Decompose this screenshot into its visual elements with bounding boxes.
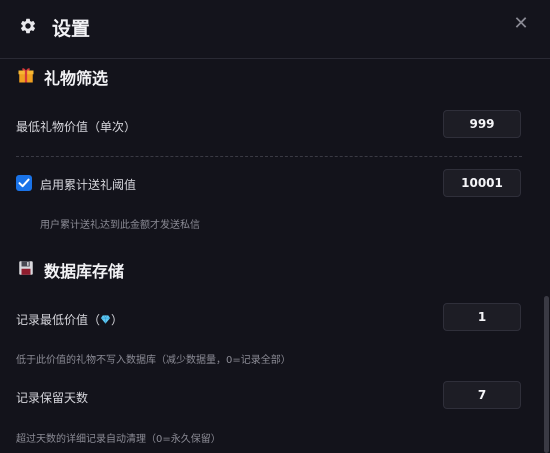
settings-content: 礼物筛选 最低礼物价值（单次） 999 启用累计送礼阈值 10001 用户累计送… [0, 59, 550, 453]
cumulative-threshold-label: 启用累计送礼阈值 [40, 178, 137, 192]
record-min-input[interactable]: 1 [443, 303, 521, 331]
check-icon [18, 178, 30, 188]
diamond-icon [100, 315, 111, 324]
min-gift-input[interactable]: 999 [443, 110, 521, 138]
cumulative-threshold-checkbox[interactable] [16, 175, 32, 191]
retention-days-hint: 超过天数的详细记录自动清理（0=永久保留） [16, 434, 221, 445]
record-min-label-prefix: 记录最低价值（ [16, 313, 101, 327]
cumulative-threshold-hint: 用户累计送礼达到此金额才发送私信 [40, 220, 200, 231]
retention-days-input[interactable]: 7 [443, 381, 521, 409]
gift-section-title: 礼物筛选 [44, 69, 109, 88]
close-icon[interactable]: ✕ [512, 13, 530, 34]
db-section-title: 数据库存储 [44, 262, 125, 281]
record-min-hint: 低于此价值的礼物不写入数据库（减少数据量，0=记录全部） [16, 355, 291, 366]
floppy-disk-icon [19, 261, 33, 275]
record-min-label: 记录最低价值（ ） [16, 311, 123, 328]
settings-header: 设置 ✕ [0, 0, 550, 59]
retention-days-label: 记录保留天数 [16, 391, 89, 405]
record-min-label-suffix: ） [111, 313, 124, 327]
min-gift-label: 最低礼物价值（单次） [16, 120, 137, 134]
scrollbar[interactable] [544, 296, 549, 453]
cumulative-threshold-input[interactable]: 10001 [443, 169, 521, 197]
gear-icon [20, 18, 36, 34]
gift-icon [18, 68, 34, 83]
section-divider [16, 156, 522, 157]
page-title: 设置 [52, 18, 91, 40]
